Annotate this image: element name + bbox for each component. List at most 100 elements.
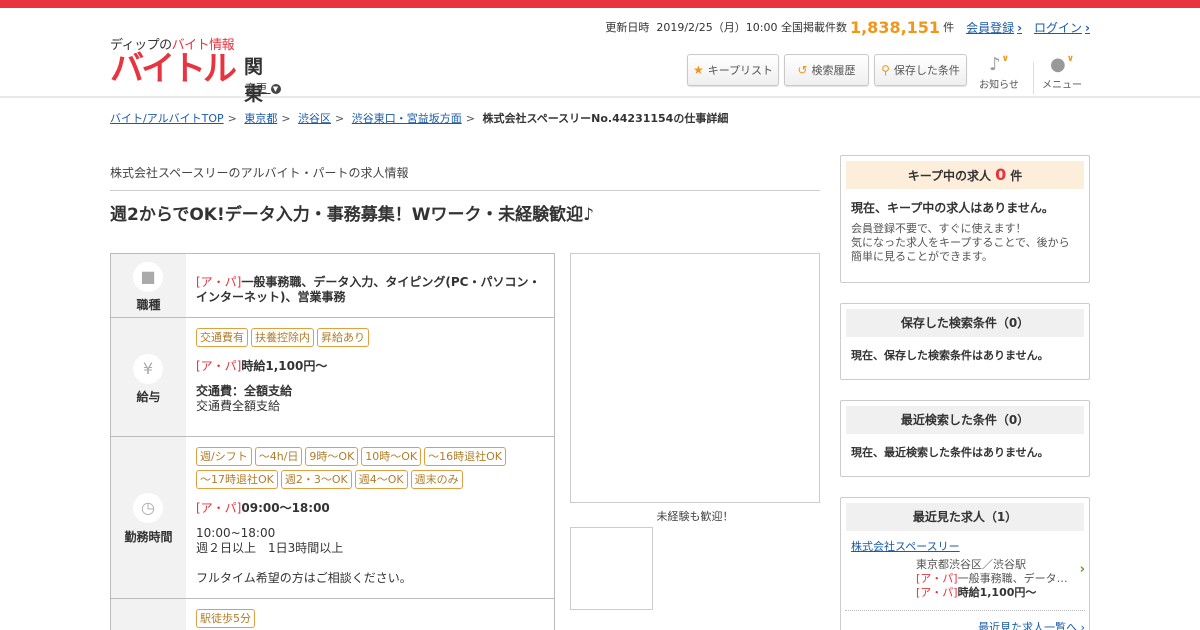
saved-search-box: 保存した検索条件（0） 現在、保存した検索条件はありません。 [840,303,1090,380]
keep-heading: キープ中の求人 0 件 [846,161,1084,189]
chevron-down-icon: ∨ [1066,54,1075,64]
tag: 週/シフト [196,447,252,466]
tag: ～4h/日 [254,447,303,466]
logo[interactable]: ディップのバイト情報 バイトル 関東 変更 ▼ [110,34,281,105]
kinmu-label: 勤務時間 [124,530,173,544]
row-shokushu: ■ 職種 [ア・パ]一般事務職、データ入力、タイピング(PC・パソコン・インター… [111,254,554,318]
kinmu-content: 週/シフト ～4h/日 9時～OK 10時～OK ～16時退社OK ～17時退社OK 週2… [196,447,546,586]
shokushu-value: [ア・パ]一般事務職、データ入力、タイピング(PC・パソコン・インターネット)、… [196,275,541,304]
breadcrumb: バイト/アルバイトTOP > 東京都 > 渋谷区 > 渋谷東口・宮益坂方面 > 株式会社… [110,112,729,125]
kinmu-line: フルタイム希望の方はご相談ください。 [196,571,412,585]
clock-icon: ◷ [133,493,163,523]
breadcrumb-top[interactable]: バイト/アルバイトTOP [110,112,224,125]
breadcrumb-tokyo[interactable]: 東京都 [244,112,277,125]
tag: 扶養控除内 [251,328,314,347]
tag: 週2・3～OK [280,470,352,489]
listing-label: 全国掲載件数 [780,21,847,34]
keep-box: キープ中の求人 0 件 現在、キープ中の求人はありません。 会員登録不要で、すぐに使… [840,155,1090,283]
row-header: ■ 職種 [111,254,186,317]
image-caption: 未経験も歓迎！ [656,510,734,523]
chevron-right-icon: › [1085,20,1090,35]
kyuyo-label: 給与 [136,390,161,404]
search-history-button[interactable]: ↺ 検索履歴 [784,54,869,86]
bell-icon: ♪ [989,54,1001,75]
listing-unit: 件 [943,21,955,34]
chevron-right-icon: › [1017,20,1023,35]
chevron-down-icon: ▼ [270,84,281,94]
listing-count: 1,838,151 [849,17,941,37]
kinmu-line: 週２日以上 1日3時間以上 [196,541,344,555]
tag: ～16時退社OK [424,447,507,466]
chevron-down-icon: ∨ [1001,54,1009,64]
header-meta: 更新日時 2019/2/25（月）10:00 全国掲載件数 1,838,151 … [605,16,1090,38]
recent-view-box: 最近見た求人（1） 株式会社スペースリー 東京都渋谷区／渋谷駅 [ア・パ]一般事… [840,497,1090,630]
breadcrumb-shibuya[interactable]: 渋谷区 [298,112,331,125]
divider [845,610,1085,611]
site-header: ディップのバイト情報 バイトル 関東 変更 ▼ 更新日時 2019/2/25（月… [0,8,1200,105]
menu-label: メニュー [1042,80,1082,91]
saved-search-empty: 現在、保存した検索条件はありません。 [851,349,1049,362]
recent-view-heading: 最近見た求人（1） [846,503,1084,531]
history-icon: ↺ [797,63,808,77]
keep-count: 0 [995,165,1007,184]
header-divider [1033,62,1034,94]
kyuyo-value: [ア・パ]時給1,100円～ [196,359,328,373]
job-main-image[interactable] [570,253,820,503]
top-accent-bar [0,0,1200,8]
notice-label: お知らせ [979,80,1019,91]
recent-search-box: 最近検索した条件（0） 現在、最近検索した条件はありません。 [840,400,1090,477]
shokushu-label: 職種 [136,298,161,312]
keep-empty: 現在、キープ中の求人はありません。 [851,201,1054,215]
kyuyo-content: 交通費有 扶養控除内 昇給あり [ア・パ]時給1,100円～ 交通費：全額支給 交通… [196,328,546,414]
title-divider [110,190,820,191]
tag: 9時～OK [305,447,359,466]
updated-label: 更新日時 [605,21,650,34]
tag: ～17時退社OK [196,470,278,489]
kinmu-line: 10:00~18:00 [196,526,276,540]
keep-description: 会員登録不要で、すぐに使えます！ 気になった求人をキープすることで、後から 簡単に見… [851,222,1070,263]
chevron-right-icon[interactable]: › [1080,562,1085,577]
updated-value: 2019/2/25（月）10:00 [656,21,778,34]
yen-icon: ¥ [133,354,163,384]
page-title: 週2からでOK!データ入力・事務募集！Wワーク・未経験歓迎♪ [110,205,594,225]
login-link[interactable]: ログイン › [1034,19,1090,36]
row-access: 駅徒歩5分 [111,599,554,630]
tag: 交通費有 [196,328,248,347]
tag: 週4～OK [354,470,408,489]
company-line: 株式会社スペースリーのアルバイト・パートの求人情報 [110,166,409,180]
tag: 駅徒歩5分 [196,609,255,628]
recent-all-link[interactable]: 最近見た求人一覧へ › [978,619,1085,630]
saved-search-heading: 保存した検索条件（0） [846,309,1084,337]
row-kyuyo: ¥ 給与 交通費有 扶養控除内 昇給あり [ア・パ]時給1,100円～ 交通費：全額… [111,318,554,437]
transport-heading: 交通費：全額支給 [196,384,293,398]
tag: 昇給あり [317,328,369,347]
saved-conditions-button[interactable]: ⚲ 保存した条件 [874,54,967,86]
row-header: ¥ 給与 [111,318,186,436]
notice-button[interactable]: ♪∨ お知らせ [976,54,1022,94]
job-thumbnail[interactable] [570,527,653,610]
recent-search-empty: 現在、最近検索した条件はありません。 [851,446,1049,459]
recent-wage: [ア・パ]時給1,100円～ [916,586,1037,599]
access-content: 駅徒歩5分 [196,609,546,630]
register-link[interactable]: 会員登録 › [966,19,1022,36]
briefcase-icon: ■ [133,262,163,292]
row-header: ◷ 勤務時間 [111,437,186,598]
keeplist-button[interactable]: ★ キープリスト [687,54,779,86]
user-icon: ● [1049,54,1066,75]
kinmu-value: [ア・パ]09:00～18:00 [196,501,330,515]
row-header [111,599,186,630]
tag: 週末のみ [410,470,463,489]
recent-job-summary[interactable]: 東京都渋谷区／渋谷駅 [ア・パ]一般事務職、データ… [ア・パ]時給1,100円… [916,558,1068,600]
transport-body: 交通費全額支給 [196,399,281,413]
breadcrumb-current: 株式会社スペースリーNo.44231154の仕事詳細 [482,112,729,125]
star-icon: ★ [692,63,704,77]
recent-company-link[interactable]: 株式会社スペースリー [851,540,960,553]
recent-search-heading: 最近検索した条件（0） [846,406,1084,434]
region-change-link[interactable]: 変更 ▼ [245,80,281,96]
logo-wordmark: バイトル [110,49,237,89]
breadcrumb-area[interactable]: 渋谷東口・宮益坂方面 [352,112,462,125]
recent-location: 東京都渋谷区／渋谷駅 [916,558,1026,571]
search-icon: ⚲ [881,63,890,77]
recent-job: [ア・パ]一般事務職、データ… [916,572,1068,585]
menu-button[interactable]: ●∨ メニュー [1039,54,1085,94]
